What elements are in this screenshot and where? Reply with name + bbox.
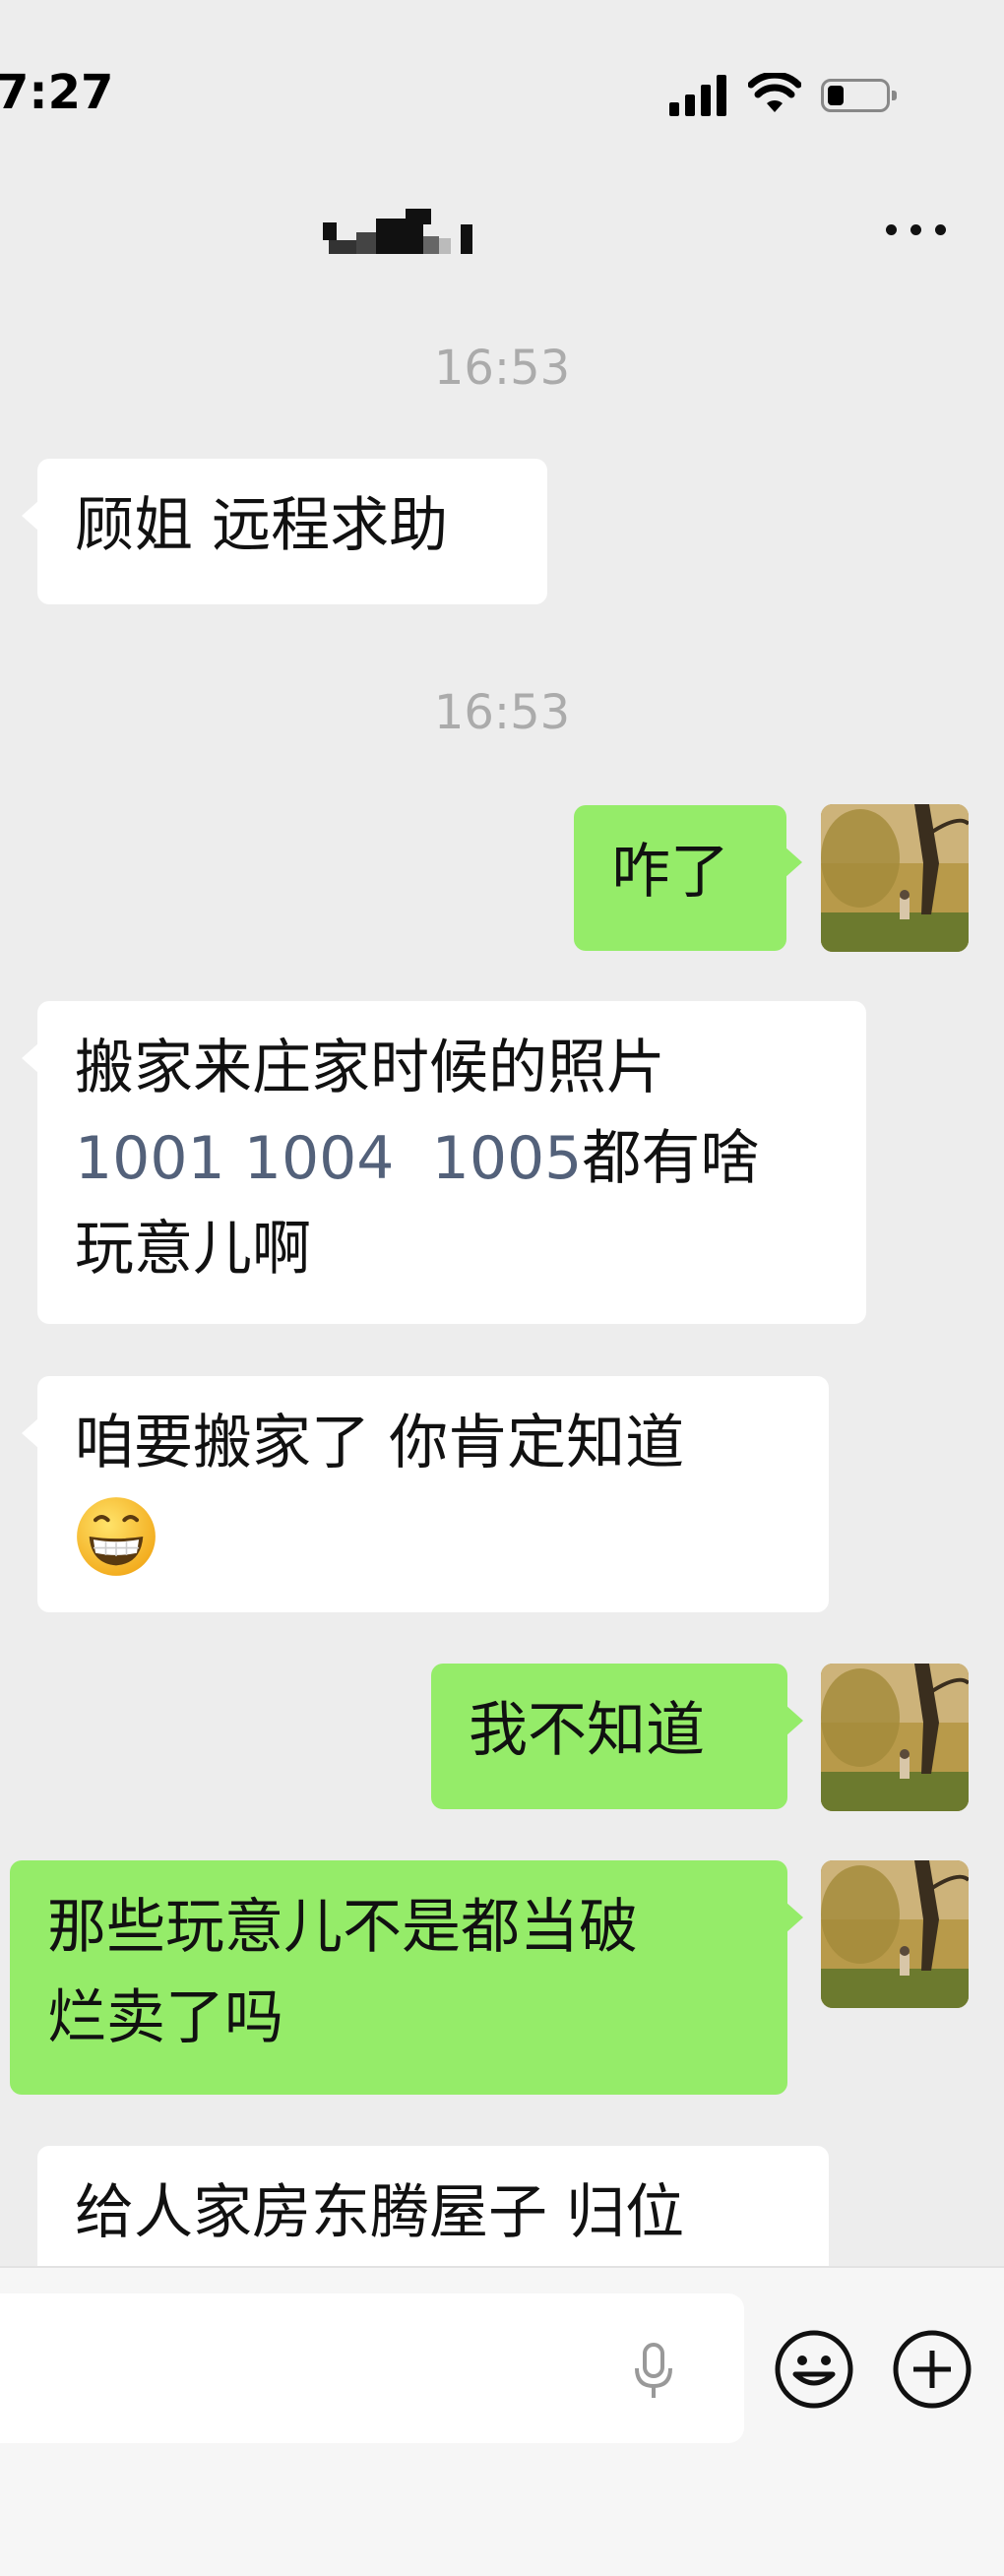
phone-number-link[interactable]: 1004 — [244, 1124, 395, 1193]
battery-icon — [821, 79, 897, 112]
timestamp: 16:53 — [433, 685, 571, 740]
outgoing-message[interactable]: 咋了 — [574, 805, 802, 951]
incoming-message[interactable]: 咱要搬家了 你肯定知道 — [22, 1376, 829, 1612]
message-text: 我不知道 — [469, 1696, 705, 1765]
status-bar: 7:27 — [0, 0, 1004, 187]
timestamp: 16:53 — [433, 341, 571, 396]
message-text-line-2: 1001 1004 1005都有啥 — [75, 1124, 760, 1193]
chat-title-obscured — [315, 209, 492, 258]
wifi-icon — [748, 73, 801, 112]
emoji-icon[interactable] — [774, 2329, 854, 2410]
avatar[interactable] — [821, 804, 969, 952]
signal-icon — [669, 75, 726, 116]
microphone-icon[interactable] — [632, 2343, 675, 2402]
message-text: 咋了 — [611, 838, 729, 907]
input-bar — [0, 2266, 1004, 2576]
avatar[interactable] — [821, 1860, 969, 2008]
grinning-face-icon — [77, 1497, 156, 1577]
incoming-message[interactable]: 给人家房东腾屋子 归位 — [37, 2146, 829, 2284]
avatar-photo — [821, 1664, 969, 1811]
message-text-line: 给人家房东腾屋子 归位 — [75, 2178, 685, 2247]
incoming-message[interactable]: 顾姐 远程求助 — [22, 459, 547, 604]
avatar-photo — [821, 804, 969, 952]
message-text-line: 玩意儿啊 — [75, 1215, 311, 1284]
message-text-line: 那些玩意儿不是都当破 — [47, 1893, 638, 1962]
plus-icon[interactable] — [892, 2329, 973, 2410]
message-text-line: 搬家来庄家时候的照片 — [75, 1034, 665, 1102]
incoming-message[interactable]: 搬家来庄家时候的照片 1001 1004 1005都有啥 玩意儿啊 — [22, 1001, 866, 1324]
phone-number-link[interactable]: 1005 — [432, 1124, 583, 1193]
outgoing-message[interactable]: 那些玩意儿不是都当破 烂卖了吗 — [10, 1860, 803, 2095]
message-text-line: 咱要搬家了 你肯定知道 — [75, 1409, 685, 1477]
message-text: 顾姐 远程求助 — [75, 491, 449, 560]
phone-number-link[interactable]: 1001 — [75, 1124, 225, 1193]
message-input[interactable] — [0, 2293, 744, 2443]
message-text-line: 烂卖了吗 — [47, 1983, 283, 2052]
more-icon[interactable] — [884, 215, 949, 244]
avatar[interactable] — [821, 1664, 969, 1811]
outgoing-message[interactable]: 我不知道 — [431, 1664, 803, 1809]
status-time: 7:27 — [0, 65, 114, 120]
avatar-photo — [821, 1860, 969, 2008]
